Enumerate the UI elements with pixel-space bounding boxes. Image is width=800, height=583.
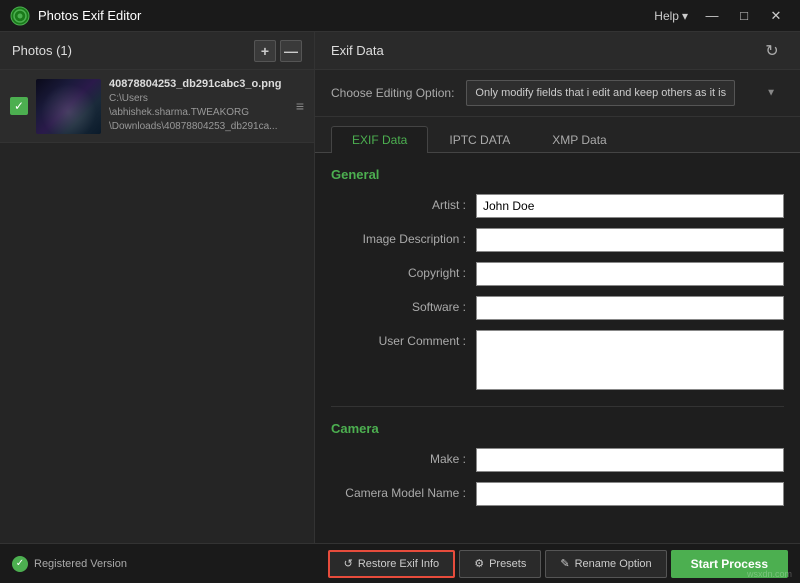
make-input[interactable] <box>476 448 784 472</box>
artist-label: Artist : <box>331 194 476 212</box>
help-button[interactable]: Help ▾ <box>648 7 694 25</box>
photos-title: Photos (1) <box>12 43 72 58</box>
photo-thumbnail <box>36 79 101 134</box>
title-bar-left: Photos Exif Editor <box>10 6 141 26</box>
editing-select-wrapper: Only modify fields that i edit and keep … <box>466 80 784 106</box>
remove-photo-button[interactable]: — <box>280 40 302 62</box>
photo-info: 40878804253_db291cabc3_o.png C:\Users \a… <box>109 78 288 134</box>
main-layout: Photos (1) + — ✓ 40878804253_db291cabc3_… <box>0 32 800 543</box>
maximize-button[interactable]: □ <box>730 5 758 27</box>
restore-exif-button[interactable]: ↺ Restore Exif Info <box>328 550 456 578</box>
restore-label: Restore Exif Info <box>358 558 439 570</box>
section-general-title: General <box>331 167 784 182</box>
presets-label: Presets <box>489 558 526 570</box>
bottom-actions: ↺ Restore Exif Info ⚙ Presets ✎ Rename O… <box>328 550 788 578</box>
user-comment-label: User Comment : <box>331 330 476 348</box>
add-photo-button[interactable]: + <box>254 40 276 62</box>
form-content: General Artist : Image Description : Cop… <box>315 153 800 543</box>
artist-input[interactable] <box>476 194 784 218</box>
photo-menu-icon[interactable]: ≡ <box>296 98 304 114</box>
user-comment-textarea[interactable] <box>476 330 784 390</box>
editing-option-bar: Choose Editing Option: Only modify field… <box>315 70 800 117</box>
user-comment-row: User Comment : <box>331 330 784 390</box>
editing-option-label: Choose Editing Option: <box>331 86 454 100</box>
image-desc-label: Image Description : <box>331 228 476 246</box>
registered-icon: ✓ <box>12 556 28 572</box>
app-icon <box>10 6 30 26</box>
photo-checkbox[interactable]: ✓ <box>10 97 28 115</box>
software-row: Software : <box>331 296 784 320</box>
right-panel: Exif Data ↻ Choose Editing Option: Only … <box>315 32 800 543</box>
rename-option-button[interactable]: ✎ Rename Option <box>545 550 666 578</box>
registered-badge: ✓ Registered Version <box>12 556 127 572</box>
select-arrow-icon: ▼ <box>766 88 776 99</box>
tab-xmp-data[interactable]: XMP Data <box>531 126 627 153</box>
image-desc-row: Image Description : <box>331 228 784 252</box>
software-input[interactable] <box>476 296 784 320</box>
tab-iptc-data[interactable]: IPTC DATA <box>428 126 531 153</box>
copyright-input[interactable] <box>476 262 784 286</box>
photo-name: 40878804253_db291cabc3_o.png <box>109 78 288 90</box>
registered-text: Registered Version <box>34 558 127 570</box>
minimize-button[interactable]: — <box>698 5 726 27</box>
restore-icon: ↺ <box>344 557 353 570</box>
copyright-row: Copyright : <box>331 262 784 286</box>
image-desc-input[interactable] <box>476 228 784 252</box>
photos-actions: + — <box>254 40 302 62</box>
tabs-bar: EXIF Data IPTC DATA XMP Data <box>315 117 800 153</box>
camera-model-label: Camera Model Name : <box>331 482 476 500</box>
watermark: wsxdn.com <box>747 569 792 579</box>
title-bar-right: Help ▾ — □ ✕ <box>648 5 790 27</box>
artist-row: Artist : <box>331 194 784 218</box>
refresh-button[interactable]: ↻ <box>760 39 784 63</box>
title-bar: Photos Exif Editor Help ▾ — □ ✕ <box>0 0 800 32</box>
app-title: Photos Exif Editor <box>38 8 141 23</box>
rename-icon: ✎ <box>560 557 569 570</box>
make-label: Make : <box>331 448 476 466</box>
presets-button[interactable]: ⚙ Presets <box>459 550 541 578</box>
photo-item: ✓ 40878804253_db291cabc3_o.png C:\Users … <box>0 70 314 143</box>
make-row: Make : <box>331 448 784 472</box>
section-divider <box>331 406 784 407</box>
presets-icon: ⚙ <box>474 557 484 570</box>
close-button[interactable]: ✕ <box>762 5 790 27</box>
bottom-bar: ✓ Registered Version ↺ Restore Exif Info… <box>0 543 800 583</box>
copyright-label: Copyright : <box>331 262 476 280</box>
tab-exif-data[interactable]: EXIF Data <box>331 126 428 153</box>
left-panel: Photos (1) + — ✓ 40878804253_db291cabc3_… <box>0 32 315 543</box>
software-label: Software : <box>331 296 476 314</box>
section-camera-title: Camera <box>331 421 784 436</box>
photos-header: Photos (1) + — <box>0 32 314 70</box>
exif-header: Exif Data ↻ <box>315 32 800 70</box>
photo-path: C:\Users \abhishek.sharma.TWEAKORG \Down… <box>109 92 288 134</box>
editing-option-select[interactable]: Only modify fields that i edit and keep … <box>466 80 735 106</box>
camera-model-row: Camera Model Name : <box>331 482 784 506</box>
camera-model-input[interactable] <box>476 482 784 506</box>
rename-label: Rename Option <box>575 558 652 570</box>
exif-title: Exif Data <box>331 43 384 58</box>
